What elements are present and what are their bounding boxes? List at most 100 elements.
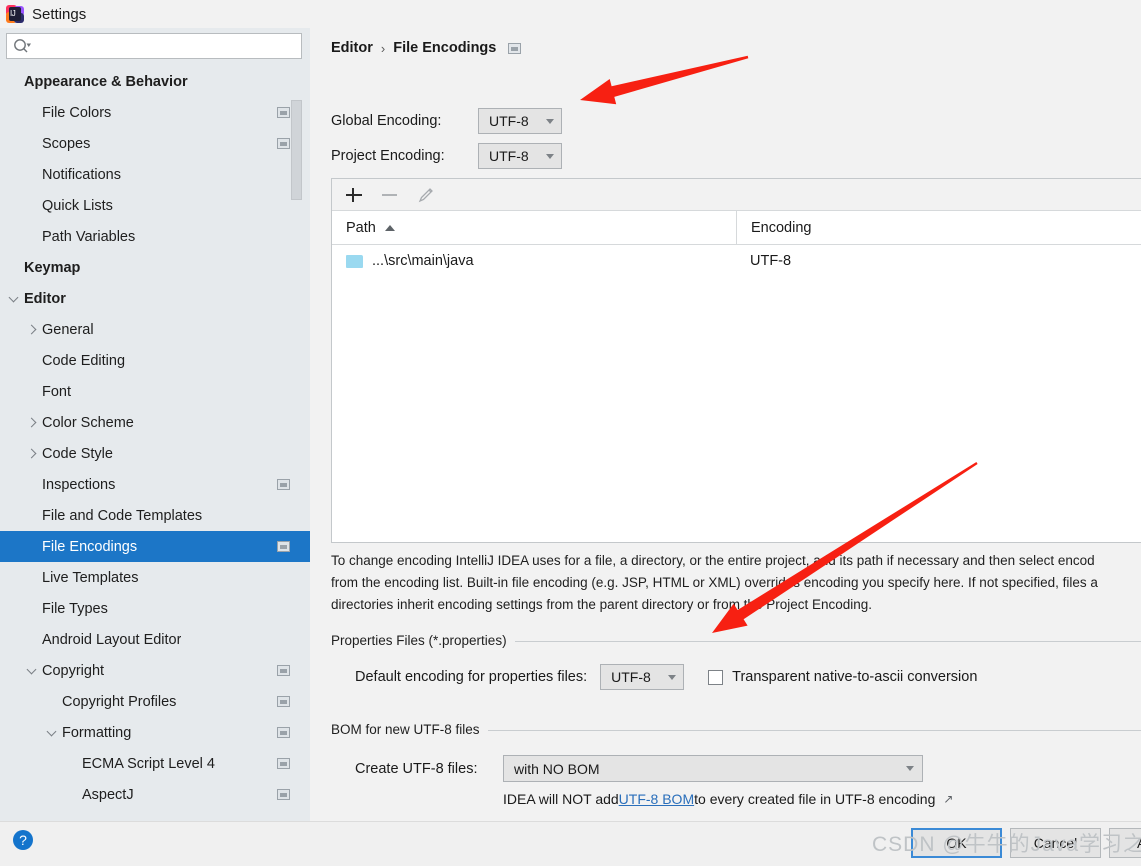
project-encoding-value: UTF-8: [489, 148, 529, 164]
sidebar-item-label: Scopes: [42, 135, 91, 152]
settings-sidebar: Appearance & Behavior File Colors Scopes No…: [0, 28, 310, 821]
sidebar-item-file-encodings[interactable]: File Encodings: [0, 531, 310, 562]
table-cell-encoding: UTF-8: [750, 253, 792, 269]
chevron-right-icon[interactable]: [26, 323, 40, 337]
transparent-native-to-ascii-checkbox[interactable]: [708, 669, 724, 685]
sidebar-item-android-layout-editor[interactable]: Android Layout Editor: [0, 624, 310, 655]
copyable-setting-badge[interactable]: [277, 478, 290, 490]
sidebar-item-formatting[interactable]: Formatting: [0, 717, 310, 748]
sidebar-item-file-colors[interactable]: File Colors: [0, 97, 310, 128]
sidebar-item-inspections[interactable]: Inspections: [0, 469, 310, 500]
copyable-setting-badge[interactable]: [277, 137, 290, 149]
global-encoding-label: Global Encoding:: [331, 113, 442, 129]
sidebar-item-aspectj[interactable]: AspectJ: [0, 779, 310, 810]
window-title: Settings: [32, 5, 87, 23]
default-properties-encoding-label: Default encoding for properties files:: [355, 669, 588, 685]
chevron-right-icon[interactable]: [26, 447, 40, 461]
sidebar-item-copyright-profiles[interactable]: Copyright Profiles: [0, 686, 310, 717]
copyable-setting-badge[interactable]: [277, 726, 290, 738]
copyable-setting-badge[interactable]: [277, 695, 290, 707]
copyable-setting-badge[interactable]: [277, 788, 290, 800]
sidebar-item-color-scheme[interactable]: Color Scheme: [0, 407, 310, 438]
default-properties-encoding-dropdown[interactable]: UTF-8: [600, 664, 685, 690]
sidebar-item-editor[interactable]: Editor: [0, 283, 310, 314]
chevron-right-icon[interactable]: [26, 416, 40, 430]
breadcrumb-separator: ›: [380, 40, 386, 56]
column-header-encoding[interactable]: Encoding: [736, 210, 1141, 245]
sidebar-item-live-templates[interactable]: Live Templates: [0, 562, 310, 593]
utf8-bom-link[interactable]: UTF-8 BOM: [619, 791, 694, 807]
search-input[interactable]: [6, 33, 302, 59]
sort-ascending-icon: [384, 224, 395, 231]
sidebar-scrollbar[interactable]: [291, 100, 302, 200]
chevron-down-icon[interactable]: [8, 292, 22, 306]
sidebar-item-code-style[interactable]: Code Style: [0, 438, 310, 469]
copyable-setting-badge[interactable]: [508, 42, 522, 54]
sidebar-item-label: Formatting: [62, 724, 132, 741]
sidebar-item-general[interactable]: General: [0, 314, 310, 345]
chevron-down-icon[interactable]: [26, 664, 40, 678]
add-icon[interactable]: [344, 185, 364, 205]
sidebar-item-label: File Colors: [42, 104, 112, 121]
sidebar-item-copyright[interactable]: Copyright: [0, 655, 310, 686]
sidebar-item-font[interactable]: Font: [0, 376, 310, 407]
edit-pencil-icon[interactable]: [416, 185, 436, 205]
column-header-path[interactable]: Path: [332, 220, 736, 236]
default-properties-encoding-value: UTF-8: [611, 669, 651, 685]
ok-button[interactable]: OK: [911, 828, 1002, 858]
sidebar-item-notifications[interactable]: Notifications: [0, 159, 310, 190]
sidebar-item-code-editing[interactable]: Code Editing: [0, 345, 310, 376]
sidebar-item-label: Inspections: [42, 476, 116, 493]
table-toolbar: [332, 179, 1141, 211]
cancel-button[interactable]: Cancel: [1010, 828, 1101, 858]
sidebar-item-ecma-script-level-4[interactable]: ECMA Script Level 4: [0, 748, 310, 779]
sidebar-item-file-types[interactable]: File Types: [0, 593, 310, 624]
sidebar-item-scopes[interactable]: Scopes: [0, 128, 310, 159]
transparent-native-to-ascii-row[interactable]: Transparent native-to-ascii conversion: [708, 669, 977, 685]
chevron-down-icon[interactable]: [46, 726, 60, 740]
sidebar-item-label: Android Layout Editor: [42, 631, 182, 648]
copyable-setting-badge[interactable]: [277, 757, 290, 769]
project-encoding-dropdown[interactable]: UTF-8: [478, 143, 562, 169]
sidebar-item-label: Code Editing: [42, 352, 126, 369]
copyable-setting-badge[interactable]: [277, 664, 290, 676]
sidebar-item-appearance-behavior[interactable]: Appearance & Behavior: [0, 66, 310, 97]
table-body: ...\src\main\java UTF-8: [332, 245, 1141, 277]
copyable-setting-badge[interactable]: [277, 540, 290, 552]
create-utf8-files-dropdown[interactable]: with NO BOM: [503, 755, 923, 782]
sidebar-item-label: Font: [42, 383, 72, 400]
create-utf8-files-row: Create UTF-8 files: with NO BOM: [355, 755, 923, 782]
apply-button[interactable]: Apply: [1109, 828, 1141, 858]
sidebar-item-file-and-code-templates[interactable]: File and Code Templates: [0, 500, 310, 531]
sidebar-item-quick-lists[interactable]: Quick Lists: [0, 190, 310, 221]
global-encoding-value: UTF-8: [489, 113, 529, 129]
sidebar-item-label: File and Code Templates: [42, 507, 203, 524]
search-box[interactable]: [6, 33, 302, 59]
remove-icon[interactable]: [380, 185, 400, 205]
sidebar-item-path-variables[interactable]: Path Variables: [0, 221, 310, 252]
settings-tree[interactable]: Appearance & Behavior File Colors Scopes No…: [0, 66, 310, 821]
breadcrumb-parent[interactable]: Editor: [331, 40, 373, 56]
sidebar-item-label: AspectJ: [82, 786, 134, 803]
table-cell-path: ...\src\main\java: [332, 253, 736, 269]
table-row[interactable]: ...\src\main\java UTF-8: [332, 245, 1141, 277]
bom-note-prefix: IDEA will NOT add: [503, 791, 619, 807]
project-encoding-label: Project Encoding:: [331, 148, 445, 164]
copyable-setting-badge[interactable]: [277, 106, 290, 118]
global-encoding-dropdown[interactable]: UTF-8: [478, 108, 562, 134]
help-icon[interactable]: ?: [13, 830, 33, 850]
description-line-1: To change encoding IntelliJ IDEA uses fo…: [331, 553, 1095, 568]
dialog-footer: ? OK Cancel Apply: [0, 821, 1141, 866]
breadcrumb-current: File Encodings: [393, 40, 497, 56]
external-link-icon[interactable]: ↗: [943, 792, 953, 806]
sidebar-item-keymap[interactable]: Keymap: [0, 252, 310, 283]
